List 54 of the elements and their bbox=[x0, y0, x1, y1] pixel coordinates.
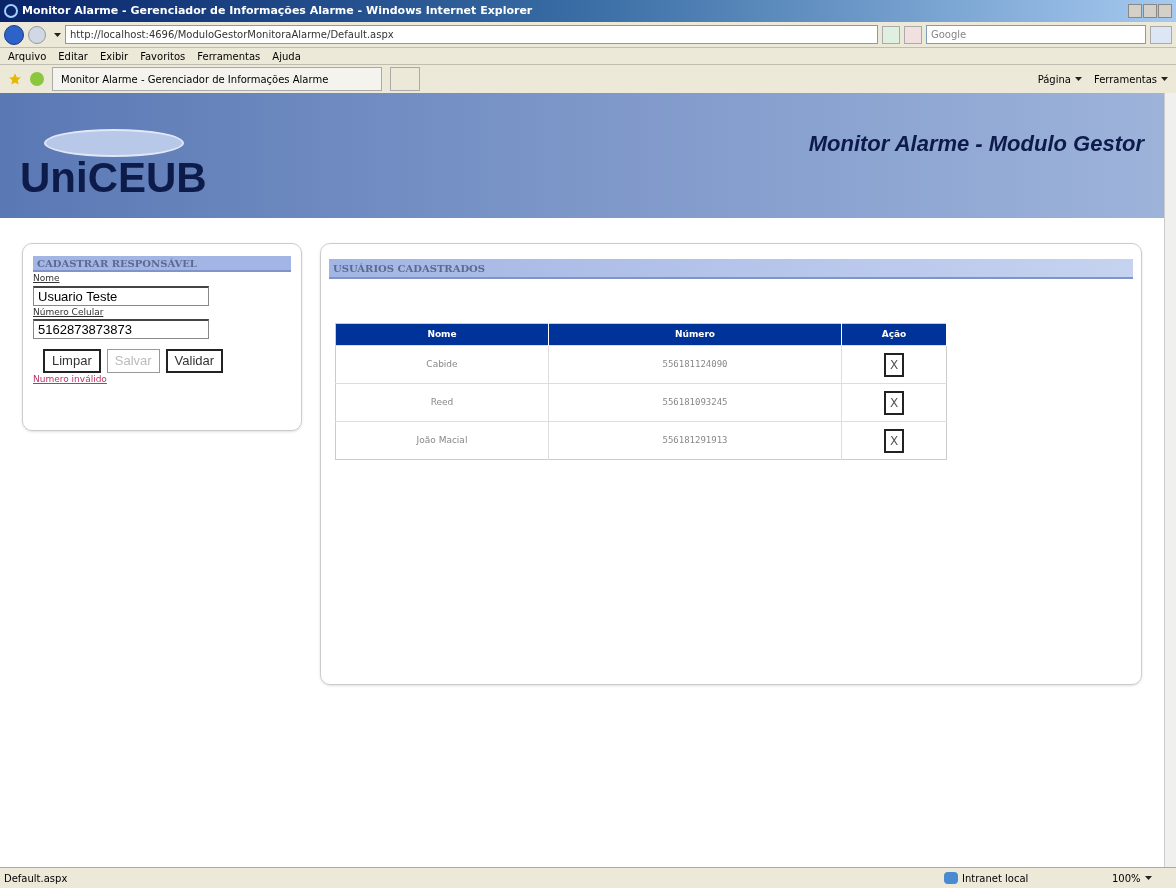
command-menu[interactable]: Ferramentas bbox=[1093, 71, 1157, 87]
text-field[interactable]: 5162873873873 bbox=[33, 319, 209, 339]
menu-item[interactable]: Favoritos bbox=[140, 48, 186, 64]
error-message: Numero inválido bbox=[33, 373, 108, 386]
menu-item[interactable]: Ajuda bbox=[272, 48, 301, 64]
section-title: CADASTRAR RESPONSÁVEL bbox=[33, 256, 291, 272]
search-field[interactable]: Google bbox=[926, 25, 1146, 44]
address-field[interactable]: http://localhost:4696/ModuloGestorMonitoraAlarme/Default.aspx bbox=[65, 25, 878, 44]
section-title: USUÁRIOS CADASTRADOS bbox=[329, 259, 1133, 279]
scrollbar[interactable] bbox=[1164, 93, 1176, 867]
caret-icon[interactable] bbox=[1144, 876, 1152, 880]
caret-icon[interactable] bbox=[54, 32, 61, 37]
menu-item[interactable]: Editar bbox=[58, 48, 88, 64]
delete-button[interactable]: X bbox=[884, 428, 904, 453]
table-cell: Cabide bbox=[335, 345, 549, 384]
back-button[interactable] bbox=[4, 24, 24, 45]
field-label: Nome bbox=[33, 272, 61, 285]
status-text: Default.aspx bbox=[4, 871, 68, 886]
add-favorite-icon[interactable] bbox=[30, 72, 44, 86]
table-cell: Reed bbox=[335, 383, 549, 422]
zoom-control[interactable]: 100% bbox=[1112, 870, 1141, 886]
field-label: Número Celular bbox=[33, 305, 105, 319]
delete-button[interactable]: X bbox=[884, 390, 904, 415]
star-icon[interactable] bbox=[8, 72, 22, 86]
refresh-button[interactable] bbox=[882, 25, 900, 44]
delete-button[interactable]: X bbox=[884, 352, 904, 377]
column-header: Ação bbox=[841, 323, 947, 346]
page-title: Monitor Alarme - Modulo Gestor bbox=[808, 130, 1144, 158]
column-header: Nome bbox=[335, 323, 549, 346]
search-button[interactable] bbox=[1150, 25, 1172, 44]
text-field[interactable]: Usuario Teste bbox=[33, 285, 209, 306]
logo: UniCEUB bbox=[20, 128, 207, 199]
browser-tab[interactable]: Monitor Alarme - Gerenciador de Informações Alarme bbox=[52, 67, 382, 91]
form-button[interactable]: Limpar bbox=[43, 349, 101, 373]
table-cell: João Macial bbox=[335, 421, 549, 460]
stop-button[interactable] bbox=[904, 25, 922, 44]
minimize-button[interactable] bbox=[1128, 4, 1142, 18]
caret-icon[interactable] bbox=[1161, 77, 1168, 81]
menu-item[interactable]: Arquivo bbox=[8, 48, 47, 64]
new-tab[interactable] bbox=[390, 67, 420, 91]
zone-text: Intranet local bbox=[962, 871, 1030, 886]
table-cell: 556181124090 bbox=[548, 345, 842, 384]
menu-item[interactable]: Ferramentas bbox=[197, 48, 261, 64]
maximize-button[interactable] bbox=[1143, 4, 1157, 18]
menu-item[interactable]: Exibir bbox=[99, 48, 129, 64]
table-cell: 556181093245 bbox=[548, 383, 842, 422]
command-menu[interactable]: Página bbox=[1037, 71, 1071, 87]
close-button[interactable] bbox=[1158, 4, 1172, 18]
column-header: Número bbox=[548, 323, 842, 346]
table-cell: 556181291913 bbox=[548, 421, 842, 460]
ie-icon bbox=[4, 4, 18, 18]
window-title: Monitor Alarme - Gerenciador de Informações Alarme - Windows Internet Explorer bbox=[22, 2, 533, 19]
caret-icon[interactable] bbox=[1074, 77, 1082, 81]
form-button[interactable]: Validar bbox=[165, 349, 224, 373]
